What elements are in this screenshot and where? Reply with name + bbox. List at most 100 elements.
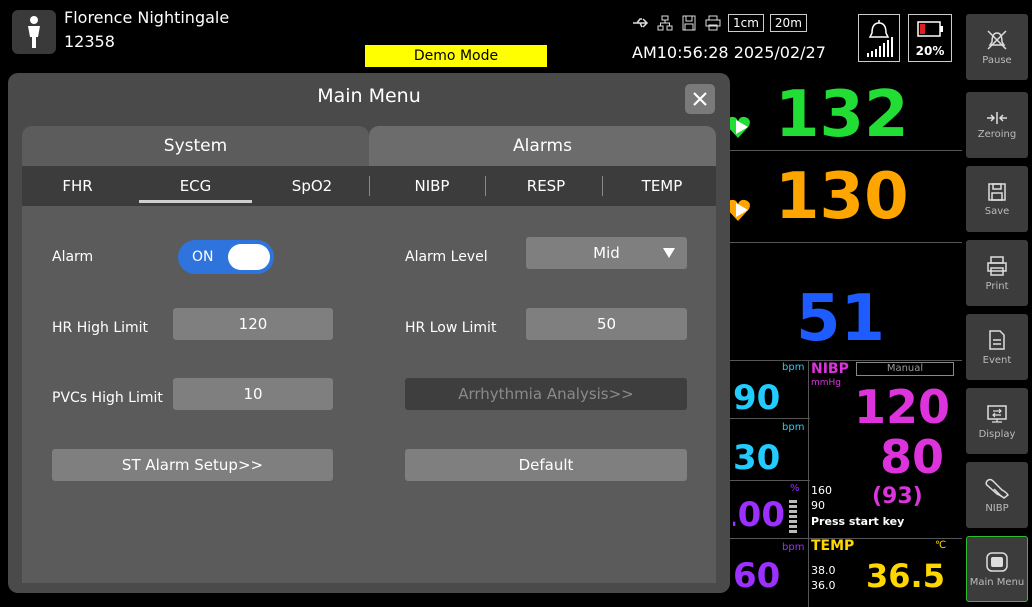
close-icon: [693, 92, 707, 106]
subtab-ecg[interactable]: ECG: [139, 166, 252, 206]
print-button[interactable]: Print: [966, 240, 1028, 306]
spo2-clip: 100: [733, 495, 785, 539]
speed-1cm-label: 1cm: [728, 14, 764, 32]
tab-alarms[interactable]: Alarms: [369, 126, 716, 166]
subtab-resp[interactable]: RESP: [492, 166, 600, 206]
divider: [730, 480, 810, 481]
display-button[interactable]: Display: [966, 388, 1028, 454]
printer-status-icon: [704, 15, 722, 31]
usb-icon: [632, 15, 650, 31]
temp-title: TEMP: [811, 538, 855, 554]
fhr2-value: 130: [775, 160, 909, 234]
ecg-unit: bpm: [782, 362, 805, 373]
alarm-subtabs: FHR ECG SpO2 NIBP RESP TEMP: [22, 166, 716, 206]
speed-20m-label: 20m: [769, 14, 807, 32]
nibp-title: NIBP: [811, 361, 849, 377]
alarm-toggle-text: ON: [192, 249, 214, 265]
nibp-map: (93): [872, 484, 923, 509]
fhr1-value: 132: [775, 78, 909, 152]
pr-value: 60: [733, 556, 781, 596]
patient-id: 12358: [64, 32, 115, 51]
network-icon: [656, 15, 674, 31]
event-button[interactable]: Event: [966, 314, 1028, 380]
display-label: Display: [978, 428, 1016, 440]
ecg-alarm-panel: Alarm ON Alarm Level Mid HR High Limit 1…: [22, 206, 716, 583]
pr-unit: bpm: [782, 542, 805, 553]
print-label: Print: [985, 280, 1009, 292]
divider: [730, 242, 962, 243]
spo2-value: 100: [733, 495, 785, 535]
default-button[interactable]: Default: [405, 449, 687, 481]
ecg-value: 90: [733, 378, 781, 418]
patient-name: Florence Nightingale: [64, 8, 230, 27]
nibp-button[interactable]: NIBP: [966, 462, 1028, 528]
subtab-divider: [602, 176, 603, 196]
resp-value: 30: [733, 438, 781, 478]
subtab-temp[interactable]: TEMP: [610, 166, 714, 206]
alarm-level-select[interactable]: Mid: [526, 237, 687, 269]
dialog-title: Main Menu: [317, 85, 421, 107]
event-icon: [989, 329, 1005, 350]
save-button[interactable]: Save: [966, 166, 1028, 232]
dropdown-arrow-icon: [663, 248, 675, 258]
nibp-systolic: 120: [854, 380, 951, 434]
patient-avatar-icon[interactable]: [12, 10, 56, 54]
tab-system[interactable]: System: [22, 126, 369, 166]
alarm-volume-icon[interactable]: [858, 14, 900, 62]
status-icons: 1cm 20m: [632, 12, 807, 34]
monitor-screen: Florence Nightingale 12358 Demo Mode 1cm…: [0, 0, 1032, 607]
top-bar: Florence Nightingale 12358 Demo Mode 1cm…: [0, 0, 962, 70]
main-menu-dialog: Main Menu System Alarms FHR ECG SpO2 NIB…: [8, 73, 730, 593]
temp-low-limit: 36.0: [811, 579, 836, 592]
zeroing-button[interactable]: Zeroing: [966, 92, 1028, 158]
main-menu-icon: [986, 551, 1008, 572]
pvcs-label: PVCs High Limit: [52, 390, 163, 406]
resp-unit: bpm: [782, 422, 805, 433]
pause-button[interactable]: Pause: [966, 14, 1028, 80]
save-icon: [988, 182, 1006, 201]
main-menu-button[interactable]: Main Menu: [966, 536, 1028, 602]
nibp-label: NIBP: [985, 502, 1009, 514]
nibp-cuff-icon: [985, 478, 1010, 499]
pvcs-field[interactable]: 10: [173, 378, 333, 410]
close-button[interactable]: [685, 84, 715, 114]
battery-percentage: 20%: [915, 44, 945, 58]
subtab-spo2[interactable]: SpO2: [262, 166, 362, 206]
divider: [730, 418, 810, 419]
display-icon: [987, 404, 1007, 423]
hr-low-field[interactable]: 50: [526, 308, 687, 340]
battery-icon: [917, 21, 943, 37]
hr-high-field[interactable]: 120: [173, 308, 333, 340]
nibp-diastolic: 80: [880, 430, 945, 484]
nibp-mode: Manual: [856, 362, 954, 376]
alarm-toggle[interactable]: ON: [178, 240, 274, 274]
nibp-low-limit: 90: [811, 499, 825, 512]
nibp-hint: Press start key: [811, 515, 905, 528]
event-label: Event: [982, 354, 1012, 366]
nibp-unit: mmHg: [811, 378, 842, 388]
subtab-nibp[interactable]: NIBP: [382, 166, 482, 206]
temp-high-limit: 38.0: [811, 564, 836, 577]
alarm-pause-icon: [987, 29, 1007, 50]
alarm-label: Alarm: [52, 249, 94, 265]
nibp-high-limit: 160: [811, 484, 832, 497]
subtab-fhr[interactable]: FHR: [30, 166, 125, 206]
hr-value: 51: [796, 282, 886, 356]
subtab-divider: [485, 176, 486, 196]
save-label: Save: [984, 205, 1010, 217]
hr-low-label: HR Low Limit: [405, 320, 497, 336]
alarm-level-label: Alarm Level: [405, 249, 488, 265]
zeroing-label: Zeroing: [977, 128, 1017, 140]
demo-mode-banner: Demo Mode: [365, 45, 547, 67]
spo2-unit: %: [790, 483, 800, 494]
pause-label: Pause: [982, 54, 1012, 66]
zeroing-icon: [987, 111, 1007, 124]
storage-icon: [680, 15, 698, 31]
st-alarm-setup-button[interactable]: ST Alarm Setup>>: [52, 449, 333, 481]
print-icon: [987, 255, 1007, 276]
battery-indicator: 20%: [908, 14, 952, 62]
divider: [808, 360, 809, 607]
temp-unit: ℃: [935, 540, 947, 551]
temp-value: 36.5: [866, 557, 945, 595]
alarm-level-value: Mid: [593, 244, 620, 262]
